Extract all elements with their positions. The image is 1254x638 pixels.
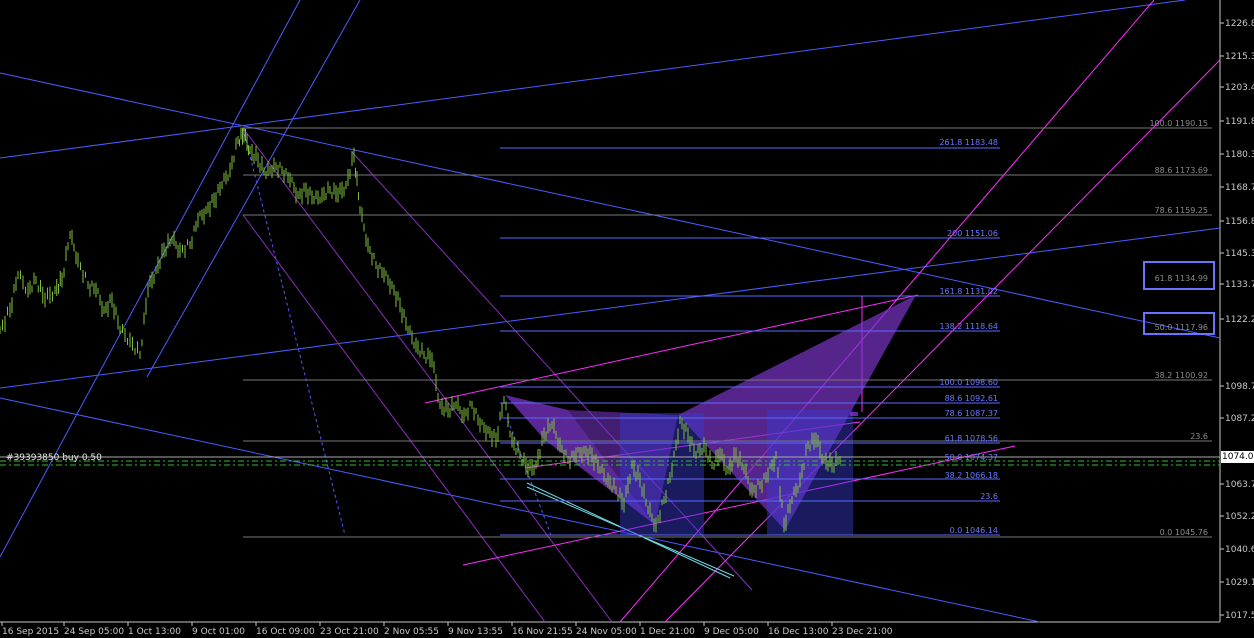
price-axis-label: 1017.55 — [1225, 611, 1254, 621]
fib-extension-label: 23.6 — [980, 492, 998, 501]
fib-extension-label: 161.8 1131.02 — [939, 287, 998, 296]
price-axis: 1226.85 1215.30 1203.40 1191.85 1180.30 1168.… — [1220, 19, 1254, 621]
fib-extension-label: 50.0 1074.37 — [945, 453, 998, 462]
fib-extension-label: 100.0 1098.60 — [939, 378, 998, 387]
time-axis-label: 16 Sep 2015 — [2, 627, 59, 637]
fib-level-label: 88.6 1173.69 — [1155, 166, 1208, 175]
fib-extension-label: 261.8 1183.48 — [939, 138, 998, 147]
price-axis-label: 1087.20 — [1225, 414, 1254, 424]
time-axis-label: 16 Dec 13:00 — [768, 627, 829, 637]
fib-level-label: 100.0 1190.15 — [1149, 119, 1208, 128]
time-axis-label: 2 Nov 05:55 — [384, 627, 439, 637]
time-axis-label: 16 Nov 21:55 — [512, 627, 573, 637]
price-axis-label: 1180.30 — [1225, 150, 1254, 160]
price-axis-label: 1133.75 — [1225, 280, 1254, 290]
current-price-label: 1074.00 — [1221, 451, 1254, 463]
time-axis-label: 9 Nov 13:55 — [448, 627, 503, 637]
fib-extension-label: 0.0 1046.14 — [950, 526, 998, 535]
price-axis-label: 1215.30 — [1225, 52, 1254, 62]
time-axis-label: 24 Nov 05:00 — [576, 627, 637, 637]
fib-labels: 100.0 1190.15 88.6 1173.69 78.6 1159.25 38.… — [939, 119, 1208, 537]
fib-retracement-gray[interactable] — [243, 127, 1212, 538]
fib-level-label: 38.2 1100.92 — [1155, 371, 1208, 380]
price-axis-label: 1168.75 — [1225, 183, 1254, 193]
price-axis-label: 1156.85 — [1225, 217, 1254, 227]
fib-extension-label: 138.2 1118.64 — [939, 322, 998, 331]
time-axis-label: 1 Dec 21:00 — [640, 627, 695, 637]
fib-level-label: 78.6 1159.25 — [1155, 206, 1208, 215]
price-axis-label: 1226.85 — [1225, 19, 1254, 29]
trendline-upper-channel[interactable] — [0, 0, 1186, 159]
time-axis-label: 16 Oct 09:00 — [256, 627, 315, 637]
chart-drawing-layer: 100.0 1190.15 88.6 1173.69 78.6 1159.25 38.… — [0, 0, 1254, 637]
time-axis-label: 1 Oct 13:00 — [128, 627, 181, 637]
time-axis-label: 23 Dec 21:00 — [832, 627, 893, 637]
price-axis-label: 1029.10 — [1225, 578, 1254, 588]
order-label[interactable]: #39393850 buy 0.50 — [6, 453, 102, 463]
price-axis-label: 1098.75 — [1225, 382, 1254, 392]
price-axis-label: 1040.65 — [1225, 545, 1254, 555]
purple-pitchfork — [242, 127, 753, 623]
fib-extension-label: 78.6 1087.37 — [945, 409, 998, 418]
time-axis: 16 Sep 2015 24 Sep 05:00 1 Oct 13:00 9 Oct … — [1, 622, 893, 637]
fib-level-label-highlighted: 61.8 1134.99 — [1155, 274, 1208, 283]
fib-extension-label: 38.2 1066.18 — [945, 471, 998, 480]
time-axis-label: 9 Dec 05:00 — [704, 627, 759, 637]
price-axis-label: 1063.75 — [1225, 480, 1254, 490]
time-axis-label: 9 Oct 01:00 — [192, 627, 245, 637]
time-axis-label: 24 Sep 05:00 — [64, 627, 124, 637]
fib-extension-label: 61.8 1078.56 — [945, 434, 998, 443]
fib-extension-label: 200 1151.06 — [947, 229, 998, 238]
fib-extension-label: 88.6 1092.61 — [945, 394, 998, 403]
price-bars — [0, 127, 841, 533]
price-axis-label: 1203.40 — [1225, 83, 1254, 93]
trendline-descending-main[interactable] — [0, 72, 1221, 339]
price-axis-label: 1052.20 — [1225, 512, 1254, 522]
blue-trendlines — [0, 0, 1221, 623]
fib-level-label: 23.6 — [1190, 432, 1208, 441]
fib-level-label: 0.0 1045.76 — [1160, 528, 1208, 537]
pitch-line-1[interactable] — [242, 127, 613, 623]
fib-level-label-highlighted: 50.0 1117.96 — [1155, 323, 1208, 332]
time-axis-label: 23 Oct 21:00 — [320, 627, 379, 637]
price-axis-label: 1145.30 — [1225, 249, 1254, 259]
price-axis-label: 1122.20 — [1225, 315, 1254, 325]
price-axis-label: 1191.85 — [1225, 117, 1254, 127]
price-chart[interactable]: 100.0 1190.15 88.6 1173.69 78.6 1159.25 38.… — [0, 0, 1254, 638]
